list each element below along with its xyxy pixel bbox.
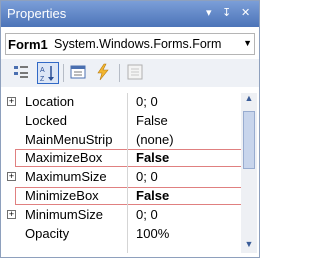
chevron-down-icon[interactable]: ▼ bbox=[243, 38, 252, 48]
object-type: System.Windows.Forms.Form bbox=[54, 37, 222, 51]
object-name: Form1 bbox=[8, 37, 48, 52]
property-name: Locked bbox=[25, 112, 67, 128]
properties-window: Properties ▾ ↧ ✕ Form1 System.Windows.Fo… bbox=[0, 0, 260, 258]
categorized-icon[interactable] bbox=[11, 62, 33, 84]
window-title: Properties bbox=[7, 6, 67, 21]
expand-icon[interactable]: + bbox=[7, 97, 16, 106]
close-icon[interactable]: ✕ bbox=[241, 6, 250, 20]
expand-icon[interactable]: + bbox=[7, 172, 16, 182]
property-name: MainMenuStrip bbox=[25, 131, 113, 147]
title-bar[interactable]: Properties ▾ ↧ ✕ bbox=[1, 1, 259, 27]
svg-text:Z: Z bbox=[40, 76, 45, 83]
property-row[interactable]: MaximizeBox False bbox=[5, 149, 247, 168]
property-name: MaximumSize bbox=[25, 169, 107, 185]
property-row[interactable]: MainMenuStrip (none) bbox=[5, 131, 234, 150]
scroll-thumb[interactable] bbox=[243, 111, 255, 169]
expand-icon[interactable]: + bbox=[7, 209, 16, 219]
scroll-down-icon[interactable]: ▼ bbox=[241, 239, 257, 253]
property-value[interactable]: 100% bbox=[136, 226, 169, 241]
property-value[interactable]: 0; 0 bbox=[136, 207, 158, 222]
property-row[interactable]: + MinimumSize 0; 0 bbox=[5, 206, 234, 225]
property-row[interactable]: MinimizeBox False bbox=[5, 186, 247, 206]
property-row[interactable]: Opacity 100% bbox=[5, 225, 234, 244]
properties-icon[interactable] bbox=[68, 62, 90, 84]
property-pages-icon[interactable] bbox=[125, 62, 147, 84]
scroll-up-icon[interactable]: ▲ bbox=[241, 93, 257, 107]
property-value[interactable]: False bbox=[136, 188, 169, 203]
property-row[interactable]: + MaximumSize 0; 0 bbox=[5, 168, 234, 187]
property-name: MinimizeBox bbox=[25, 187, 99, 203]
property-name: MaximizeBox bbox=[25, 150, 103, 166]
alphabetical-icon[interactable]: AZ bbox=[37, 62, 59, 84]
object-selector[interactable]: Form1 System.Windows.Forms.Form ▼ bbox=[5, 33, 255, 55]
property-value[interactable]: 0; 0 bbox=[136, 169, 158, 184]
property-row[interactable]: + Location 0; 0 bbox=[5, 93, 234, 112]
pin-icon[interactable]: ↧ bbox=[222, 6, 231, 20]
property-name: MinimumSize bbox=[25, 206, 104, 222]
toolbar-separator bbox=[63, 64, 64, 82]
property-value[interactable]: False bbox=[136, 113, 168, 128]
properties-toolbar: AZ bbox=[1, 59, 259, 87]
property-value[interactable]: (none) bbox=[136, 132, 174, 147]
grid-divider[interactable] bbox=[127, 93, 128, 253]
window-menu-icon[interactable]: ▾ bbox=[206, 6, 212, 20]
property-row[interactable]: Locked False bbox=[5, 112, 234, 131]
property-value[interactable]: False bbox=[136, 150, 169, 165]
property-name: Location bbox=[25, 94, 75, 109]
property-value[interactable]: 0; 0 bbox=[136, 94, 158, 109]
vertical-scrollbar[interactable]: ▲ ▼ bbox=[241, 93, 257, 253]
svg-text:A: A bbox=[40, 67, 45, 74]
property-name: Opacity bbox=[25, 225, 70, 241]
events-icon[interactable] bbox=[93, 62, 115, 84]
toolbar-separator bbox=[119, 64, 120, 82]
property-grid: + Location 0; 0 Locked False MainMenuStrip (no… bbox=[5, 93, 247, 244]
